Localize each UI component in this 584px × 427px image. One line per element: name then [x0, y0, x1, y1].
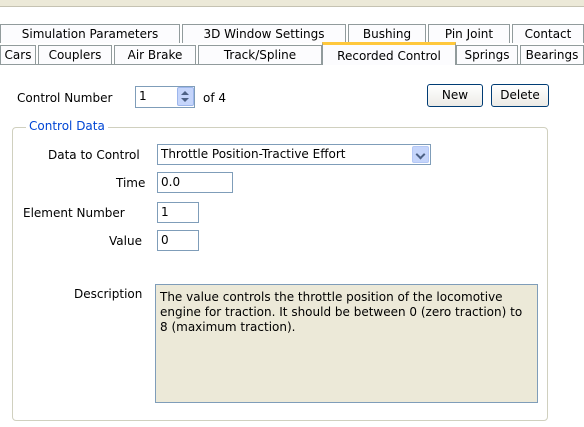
delete-button[interactable]: Delete — [491, 84, 549, 107]
control-data-group-title: Control Data — [26, 119, 108, 134]
value-label: Value — [109, 234, 142, 248]
tab-contact[interactable]: Contact — [512, 24, 584, 43]
time-label: Time — [116, 176, 146, 190]
control-count-text: of 4 — [203, 91, 227, 105]
element-number-input[interactable]: 1 — [157, 202, 199, 223]
description-label: Description — [74, 287, 143, 301]
tab-pin-joint[interactable]: Pin Joint — [428, 24, 510, 43]
tab-3d-window-settings[interactable]: 3D Window Settings — [182, 24, 346, 43]
tab-springs[interactable]: Springs — [456, 45, 518, 64]
control-number-label: Control Number — [17, 91, 113, 105]
tab-couplers[interactable]: Couplers — [38, 45, 112, 64]
tab-panel-border — [0, 64, 584, 65]
tab-air-brake[interactable]: Air Brake — [114, 45, 196, 64]
new-button[interactable]: New — [427, 84, 483, 107]
tab-recorded-control[interactable]: Recorded Control — [322, 42, 456, 65]
tab-bushing[interactable]: Bushing — [348, 24, 426, 43]
element-number-value: 1 — [161, 205, 169, 219]
time-value: 0.0 — [161, 175, 181, 189]
tab-bearings[interactable]: Bearings — [520, 45, 584, 64]
tab-track-spline[interactable]: Track/Spline — [198, 45, 322, 64]
description-box: The value controls the throttle position… — [155, 284, 538, 403]
control-number-value: 1 — [139, 89, 147, 103]
chevron-down-icon[interactable] — [412, 146, 429, 163]
control-number-spinner[interactable]: 1 — [135, 86, 195, 108]
value-value: 0 — [161, 233, 169, 247]
tab-cars[interactable]: Cars — [0, 45, 36, 64]
data-to-control-value: Throttle Position-Tractive Effort — [161, 147, 346, 161]
top-border — [0, 0, 584, 7]
data-to-control-select[interactable]: Throttle Position-Tractive Effort — [157, 144, 431, 165]
value-input[interactable]: 0 — [157, 230, 199, 251]
time-input[interactable]: 0.0 — [157, 172, 233, 193]
tab-simulation-parameters[interactable]: Simulation Parameters — [0, 24, 180, 43]
description-text: The value controls the throttle position… — [160, 290, 523, 334]
element-number-label: Element Number — [23, 206, 125, 220]
data-to-control-label: Data to Control — [48, 148, 140, 162]
spinner-arrows-icon[interactable] — [177, 87, 194, 106]
